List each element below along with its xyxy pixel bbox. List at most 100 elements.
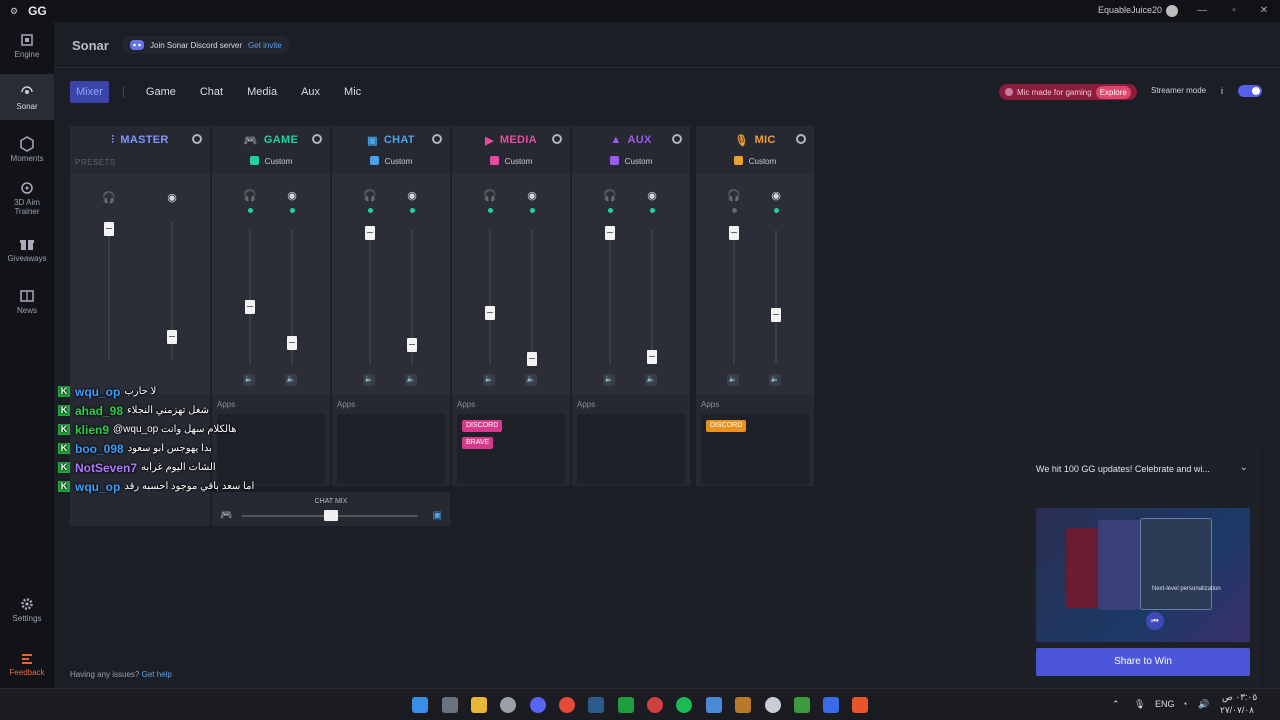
chevron-down-icon[interactable]: ⌄: [1240, 462, 1248, 473]
maximize-icon[interactable]: ▫: [1226, 3, 1242, 19]
speaker-icon[interactable]: 🔈: [603, 374, 615, 386]
discord-icon[interactable]: [530, 697, 546, 713]
sidebar-item-engine[interactable]: Engine: [0, 32, 54, 66]
get-invite-link[interactable]: Get invite: [248, 41, 282, 50]
gear-icon[interactable]: [672, 134, 682, 144]
ccleaner-icon[interactable]: [706, 697, 722, 713]
obs-icon[interactable]: [647, 697, 663, 713]
gear-icon[interactable]: [432, 134, 442, 144]
gear-icon[interactable]: [552, 134, 562, 144]
app-tag-discord[interactable]: DISCORD: [462, 420, 503, 432]
media-stream-fader[interactable]: [527, 352, 537, 366]
chevron-up-icon[interactable]: ⌃: [1112, 699, 1120, 710]
minimize-icon[interactable]: —: [1194, 3, 1210, 19]
language-indicator[interactable]: ENG: [1155, 699, 1175, 709]
store-icon[interactable]: [442, 697, 458, 713]
fader-track: [369, 230, 371, 364]
speaker-icon[interactable]: 🔈: [285, 374, 297, 386]
sidebar-item-giveaways[interactable]: Giveaways: [0, 236, 54, 270]
apps-drop-area[interactable]: DISCORD: [701, 414, 809, 484]
preset-select[interactable]: Custom: [332, 156, 450, 166]
share-to-win-button[interactable]: Share to Win: [1036, 648, 1250, 676]
speaker-icon[interactable]: 🔈: [483, 374, 495, 386]
spotify-icon[interactable]: [676, 697, 692, 713]
preset-select[interactable]: Custom: [572, 156, 690, 166]
mic-promo-pill[interactable]: Mic made for gaming Explore: [999, 84, 1137, 100]
aux-monitor-fader[interactable]: [605, 226, 615, 240]
speaker-icon[interactable]: 🔈: [645, 374, 657, 386]
sidebar-item-aim-trainer[interactable]: 3D Aim Trainer: [0, 180, 54, 220]
close-icon[interactable]: ✕: [1256, 3, 1272, 19]
app-icon[interactable]: [823, 697, 839, 713]
play-button-icon[interactable]: ⏮: [1146, 612, 1164, 630]
sidebar-item-label: Sonar: [16, 102, 38, 111]
mic-stream-fader[interactable]: [771, 308, 781, 322]
status-dot: [488, 208, 493, 213]
app-tag-discord[interactable]: DISCORD: [706, 420, 747, 432]
brave-icon[interactable]: [852, 697, 868, 713]
steelseries-icon[interactable]: [500, 697, 516, 713]
nvidia-icon[interactable]: [794, 697, 810, 713]
kick-icon: K: [58, 481, 70, 492]
sidebar-item-feedback[interactable]: Feedback: [0, 650, 54, 684]
gear-icon[interactable]: [192, 134, 202, 144]
explore-button[interactable]: Explore: [1095, 85, 1131, 99]
sidebar-item-moments[interactable]: Moments: [0, 136, 54, 170]
master-monitor-fader[interactable]: [104, 222, 114, 236]
speaker-icon[interactable]: 🔈: [405, 374, 417, 386]
apps-drop-area[interactable]: [577, 414, 685, 484]
tab-game[interactable]: Game: [146, 86, 176, 98]
microphone-icon[interactable]: 🎙: [1134, 699, 1145, 710]
tab-aux[interactable]: Aux: [301, 86, 320, 98]
apps-drop-area[interactable]: [337, 414, 445, 484]
clock-date[interactable]: ٢٧/٠٧/٠٨: [1220, 705, 1254, 716]
apps-drop-area[interactable]: DISCORD BRAVE: [457, 414, 565, 484]
username[interactable]: EquableJuice20: [1098, 5, 1162, 15]
clock-time[interactable]: ٠٣:٠٥ ص: [1222, 692, 1257, 703]
discord-invite-banner[interactable]: Join Sonar Discord server Get invite: [122, 36, 290, 54]
chat-stream-fader[interactable]: [407, 338, 417, 352]
app-tag-brave[interactable]: BRAVE: [462, 437, 494, 449]
tab-mic[interactable]: Mic: [344, 86, 361, 98]
info-icon[interactable]: i: [1221, 86, 1223, 96]
gear-icon[interactable]: [312, 134, 322, 144]
preset-select[interactable]: Custom: [696, 156, 814, 166]
speaker-icon[interactable]: 🔈: [769, 374, 781, 386]
chat-monitor-fader[interactable]: [365, 226, 375, 240]
chrome-icon[interactable]: [559, 697, 575, 713]
aux-stream-fader[interactable]: [647, 350, 657, 364]
preset-select[interactable]: Custom: [452, 156, 570, 166]
tab-mixer[interactable]: Mixer: [70, 81, 109, 103]
channel-title: GAME: [263, 134, 299, 146]
preset-select[interactable]: Custom: [212, 156, 330, 166]
xbox-icon[interactable]: [618, 697, 634, 713]
app-icon[interactable]: [735, 697, 751, 713]
avatar[interactable]: [1166, 5, 1178, 17]
gear-icon[interactable]: [796, 134, 806, 144]
file-explorer-icon[interactable]: [471, 697, 487, 713]
windows-start-icon[interactable]: [412, 697, 428, 713]
media-monitor-fader[interactable]: [485, 306, 495, 320]
speaker-icon[interactable]: 🔈: [525, 374, 537, 386]
volume-icon[interactable]: 🔊: [1198, 699, 1209, 710]
sliders-icon: ⫶: [111, 133, 115, 146]
get-help-link[interactable]: Get help: [142, 670, 172, 679]
tab-chat[interactable]: Chat: [200, 86, 223, 98]
mic-monitor-fader[interactable]: [729, 226, 739, 240]
steam-icon[interactable]: [588, 697, 604, 713]
steelseries-gg-icon[interactable]: [765, 697, 781, 713]
promo-text: Mic made for gaming: [1017, 87, 1092, 97]
game-stream-fader[interactable]: [287, 336, 297, 350]
sidebar-item-settings[interactable]: Settings: [0, 596, 54, 630]
sidebar-item-news[interactable]: News: [0, 288, 54, 322]
game-monitor-fader[interactable]: [245, 300, 255, 314]
tab-media[interactable]: Media: [247, 86, 277, 98]
broadcast-icon: ◉: [647, 190, 657, 202]
chat-mix-slider[interactable]: [324, 510, 338, 521]
master-stream-fader[interactable]: [167, 330, 177, 344]
wifi-icon[interactable]: ◔: [1182, 699, 1187, 709]
speaker-icon[interactable]: 🔈: [727, 374, 739, 386]
sidebar-item-sonar[interactable]: Sonar: [0, 74, 54, 120]
streamer-mode-toggle[interactable]: [1238, 85, 1262, 97]
speaker-icon[interactable]: 🔈: [363, 374, 375, 386]
